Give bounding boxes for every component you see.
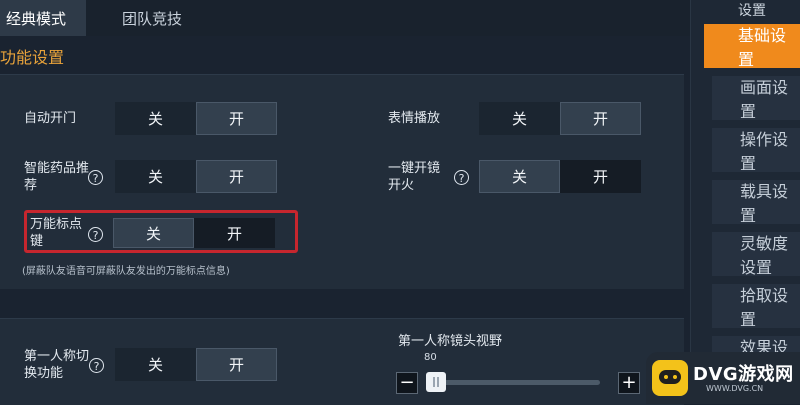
fov-decrease-button[interactable]: − (396, 372, 418, 394)
mode-tab-bar: 经典模式 团队竞技 (0, 0, 690, 36)
universal-mark-label: 万能标点键 (30, 217, 83, 249)
section-title: 功能设置 (0, 48, 65, 67)
fov-slider-handle[interactable] (426, 372, 446, 392)
tab-team-deathmatch[interactable]: 团队竞技 (108, 0, 208, 36)
watermark-eye-icon (673, 375, 677, 379)
universal-mark-help-icon[interactable]: ? (88, 227, 103, 242)
menu-item-sensitivity[interactable]: 灵敏度设置 (712, 232, 800, 277)
universal-mark-toggle: 关 开 (113, 218, 275, 248)
watermark-face-icon (659, 370, 681, 384)
universal-mark-off-option[interactable]: 关 (113, 218, 194, 248)
auto-door-on-option[interactable]: 开 (196, 102, 277, 135)
smart-medicine-label: 智能药品推荐 (24, 161, 90, 193)
menu-item-controls[interactable]: 操作设置 (712, 128, 800, 173)
scope-fire-help-icon[interactable]: ? (454, 170, 469, 185)
first-person-on-option[interactable]: 开 (196, 348, 277, 381)
menu-item-graphics[interactable]: 画面设置 (712, 76, 800, 121)
first-person-switch-label: 第一人称切换功能 (24, 349, 90, 381)
first-person-switch-help-icon[interactable]: ? (89, 358, 104, 373)
menu-item-basic[interactable]: 基础设置 (704, 24, 800, 69)
auto-door-toggle: 关 开 (115, 102, 277, 135)
tab-classic-mode[interactable]: 经典模式 (0, 0, 86, 36)
watermark-url: WWW.DVG.CN (706, 384, 764, 393)
smart-medicine-on-option[interactable]: 开 (196, 160, 277, 193)
universal-mark-note: (屏蔽队友语音可屏蔽队友发出的万能标点信息) (22, 266, 230, 277)
fov-slider-title: 第一人称镜头视野 (398, 334, 503, 349)
smart-medicine-help-icon[interactable]: ? (88, 170, 103, 185)
first-person-switch-toggle: 关 开 (115, 348, 277, 381)
fov-slider-track[interactable] (426, 380, 600, 385)
scope-fire-on-option[interactable]: 开 (560, 160, 641, 193)
smart-medicine-off-option[interactable]: 关 (115, 160, 196, 193)
settings-menu-title: 设置 (738, 3, 766, 19)
menu-item-pickup[interactable]: 拾取设置 (712, 284, 800, 329)
emote-on-option[interactable]: 开 (560, 102, 641, 135)
watermark-brand: DVG游戏网 (693, 364, 794, 385)
auto-door-off-option[interactable]: 关 (115, 102, 196, 135)
scope-fire-toggle: 关 开 (479, 160, 641, 193)
emote-off-option[interactable]: 关 (479, 102, 560, 135)
scope-fire-off-option[interactable]: 关 (479, 160, 560, 193)
smart-medicine-toggle: 关 开 (115, 160, 277, 193)
first-person-off-option[interactable]: 关 (115, 348, 196, 381)
auto-door-label: 自动开门 (24, 111, 77, 126)
universal-mark-on-option[interactable]: 开 (194, 218, 275, 248)
fov-slider-value: 80 (424, 352, 437, 363)
menu-item-vehicle[interactable]: 载具设置 (712, 180, 800, 225)
emote-playback-toggle: 关 开 (479, 102, 641, 135)
watermark-eye-icon (664, 375, 668, 379)
emote-playback-label: 表情播放 (388, 111, 441, 126)
fov-increase-button[interactable]: + (618, 372, 640, 394)
scope-fire-label: 一键开镜开火 (388, 161, 441, 193)
